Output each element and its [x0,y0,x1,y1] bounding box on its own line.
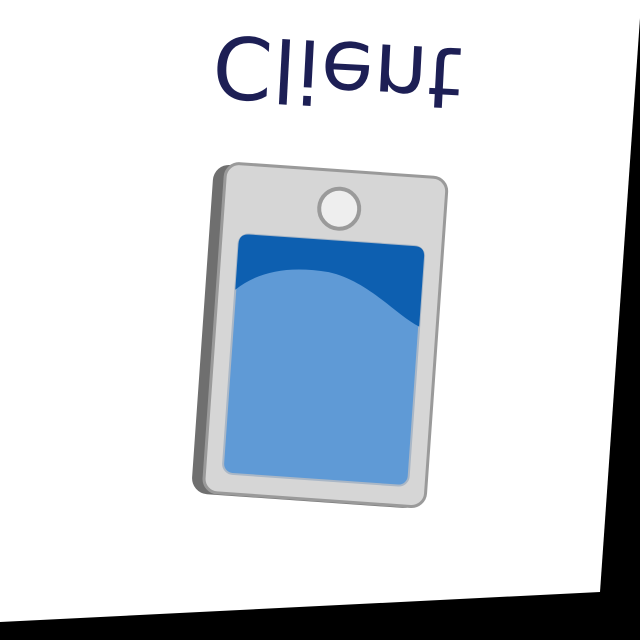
client-label: Client [210,15,464,128]
image-stage: Client [0,0,640,640]
mobile-device-icon [192,162,449,508]
client-label-group: Client [210,15,464,128]
diagram-canvas: Client [0,0,640,622]
device-button-icon [317,186,362,231]
